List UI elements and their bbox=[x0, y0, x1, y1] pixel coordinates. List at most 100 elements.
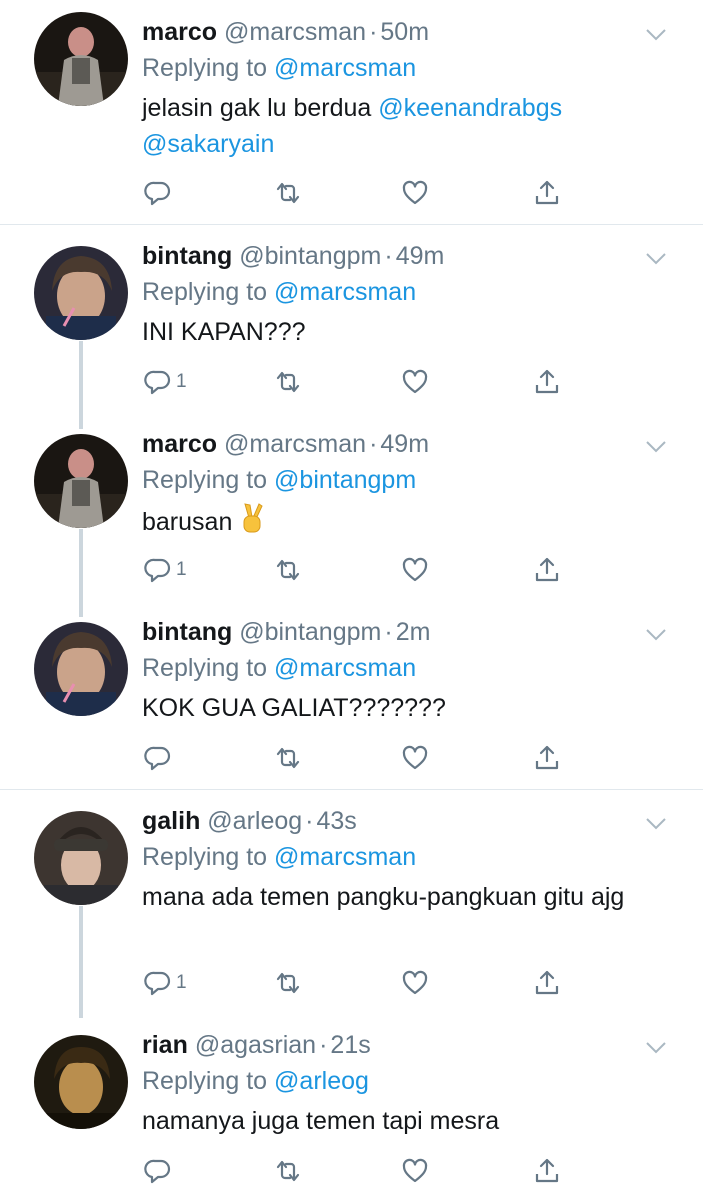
retweet-button[interactable] bbox=[274, 175, 302, 211]
replying-to: Replying to @marcsman bbox=[142, 839, 663, 875]
divider bbox=[0, 224, 703, 225]
avatar[interactable] bbox=[34, 434, 128, 528]
share-icon bbox=[535, 180, 559, 205]
user-handle[interactable]: @agasrian bbox=[195, 1031, 316, 1059]
user-handle[interactable]: @marcsman bbox=[224, 430, 366, 458]
like-button[interactable] bbox=[401, 175, 429, 211]
reply-icon bbox=[144, 1159, 171, 1184]
like-icon bbox=[402, 745, 428, 770]
replying-to: Replying to @marcsman bbox=[142, 50, 663, 86]
avatar[interactable] bbox=[34, 246, 128, 340]
avatar[interactable] bbox=[34, 12, 128, 106]
timestamp[interactable]: 21s bbox=[330, 1031, 370, 1059]
retweet-icon bbox=[276, 1160, 300, 1182]
thread-line bbox=[79, 529, 83, 617]
separator-dot: · bbox=[305, 807, 314, 835]
reply-count: 1 bbox=[176, 371, 187, 392]
retweet-button[interactable] bbox=[274, 965, 302, 1001]
display-name[interactable]: marco bbox=[142, 430, 217, 458]
display-name[interactable]: bintang bbox=[142, 618, 232, 646]
text-mention[interactable]: @sakaryain bbox=[142, 130, 274, 158]
display-name[interactable]: galih bbox=[142, 807, 200, 835]
chevron-down-icon[interactable] bbox=[645, 628, 667, 642]
timestamp[interactable]: 49m bbox=[396, 242, 445, 270]
like-button[interactable] bbox=[401, 364, 429, 400]
separator-dot: · bbox=[384, 618, 393, 646]
tweet-text: mana ada temen pangku-pangkuan gitu ajg bbox=[142, 883, 625, 911]
retweet-icon bbox=[276, 559, 300, 581]
chevron-down-icon[interactable] bbox=[645, 817, 667, 831]
share-icon bbox=[535, 970, 559, 995]
retweet-icon bbox=[276, 747, 300, 769]
replying-mention[interactable]: @marcsman bbox=[274, 54, 416, 82]
user-handle[interactable]: @arleog bbox=[207, 807, 302, 835]
reply-icon bbox=[144, 370, 171, 395]
tweet-header: marco @marcsman · 50m bbox=[142, 14, 663, 50]
retweet-button[interactable] bbox=[274, 364, 302, 400]
retweet-button[interactable] bbox=[274, 1153, 302, 1189]
like-button[interactable] bbox=[401, 740, 429, 776]
share-button[interactable] bbox=[533, 364, 561, 400]
chevron-down-icon[interactable] bbox=[645, 252, 667, 266]
tweet-header: rian @agasrian · 21s bbox=[142, 1027, 663, 1063]
share-button[interactable] bbox=[533, 965, 561, 1001]
thread-line bbox=[79, 906, 83, 1018]
share-button[interactable] bbox=[533, 175, 561, 211]
user-handle[interactable]: @bintangpm bbox=[239, 618, 381, 646]
text-mention[interactable]: @keenandrabgs bbox=[378, 94, 562, 122]
replying-to: Replying to @arleog bbox=[142, 1063, 663, 1099]
reply-button[interactable]: 1 bbox=[144, 552, 187, 588]
chevron-down-icon[interactable] bbox=[645, 28, 667, 42]
tweet-text: barusan bbox=[142, 502, 663, 544]
replying-label: Replying to bbox=[142, 654, 268, 682]
user-handle[interactable]: @bintangpm bbox=[239, 242, 381, 270]
avatar[interactable] bbox=[34, 811, 128, 905]
share-button[interactable] bbox=[533, 740, 561, 776]
replying-mention[interactable]: @bintangpm bbox=[274, 466, 416, 494]
display-name[interactable]: marco bbox=[142, 18, 217, 46]
timestamp[interactable]: 43s bbox=[317, 807, 357, 835]
avatar[interactable] bbox=[34, 622, 128, 716]
replying-mention[interactable]: @marcsman bbox=[274, 843, 416, 871]
replying-label: Replying to bbox=[142, 278, 268, 306]
share-button[interactable] bbox=[533, 552, 561, 588]
tweet-header: bintang @bintangpm · 2m bbox=[142, 614, 663, 650]
avatar[interactable] bbox=[34, 1035, 128, 1129]
display-name[interactable]: bintang bbox=[142, 242, 232, 270]
reply-icon bbox=[144, 181, 171, 206]
reply-button[interactable] bbox=[144, 1153, 176, 1189]
timestamp[interactable]: 49m bbox=[380, 430, 429, 458]
like-button[interactable] bbox=[401, 965, 429, 1001]
reply-button[interactable]: 1 bbox=[144, 364, 187, 400]
display-name[interactable]: rian bbox=[142, 1031, 188, 1059]
like-button[interactable] bbox=[401, 1153, 429, 1189]
like-button[interactable] bbox=[401, 552, 429, 588]
reply-count: 1 bbox=[176, 559, 187, 580]
replying-mention[interactable]: @marcsman bbox=[274, 278, 416, 306]
user-handle[interactable]: @marcsman bbox=[224, 18, 366, 46]
replying-mention[interactable]: @marcsman bbox=[274, 654, 416, 682]
replying-mention[interactable]: @arleog bbox=[274, 1067, 369, 1095]
tweet-header: galih @arleog · 43s bbox=[142, 803, 663, 839]
separator-dot: · bbox=[384, 242, 393, 270]
like-icon bbox=[402, 557, 428, 582]
reply-button[interactable] bbox=[144, 740, 176, 776]
reply-icon bbox=[144, 558, 171, 583]
reply-button[interactable] bbox=[144, 175, 176, 211]
tweet-text: INI KAPAN??? bbox=[142, 318, 306, 346]
chevron-down-icon[interactable] bbox=[645, 1041, 667, 1055]
timestamp[interactable]: 2m bbox=[396, 618, 431, 646]
retweet-button[interactable] bbox=[274, 740, 302, 776]
replying-to: Replying to @marcsman bbox=[142, 274, 663, 310]
share-button[interactable] bbox=[533, 1153, 561, 1189]
separator-dot: · bbox=[369, 18, 378, 46]
chevron-down-icon[interactable] bbox=[645, 440, 667, 454]
reply-icon bbox=[144, 971, 171, 996]
reply-button[interactable]: 1 bbox=[144, 965, 187, 1001]
timestamp[interactable]: 50m bbox=[380, 18, 429, 46]
share-icon bbox=[535, 1158, 559, 1183]
tweet-text: KOK GUA GALIAT??????? bbox=[142, 694, 446, 722]
thread-line bbox=[79, 341, 83, 429]
retweet-button[interactable] bbox=[274, 552, 302, 588]
share-icon bbox=[535, 557, 559, 582]
